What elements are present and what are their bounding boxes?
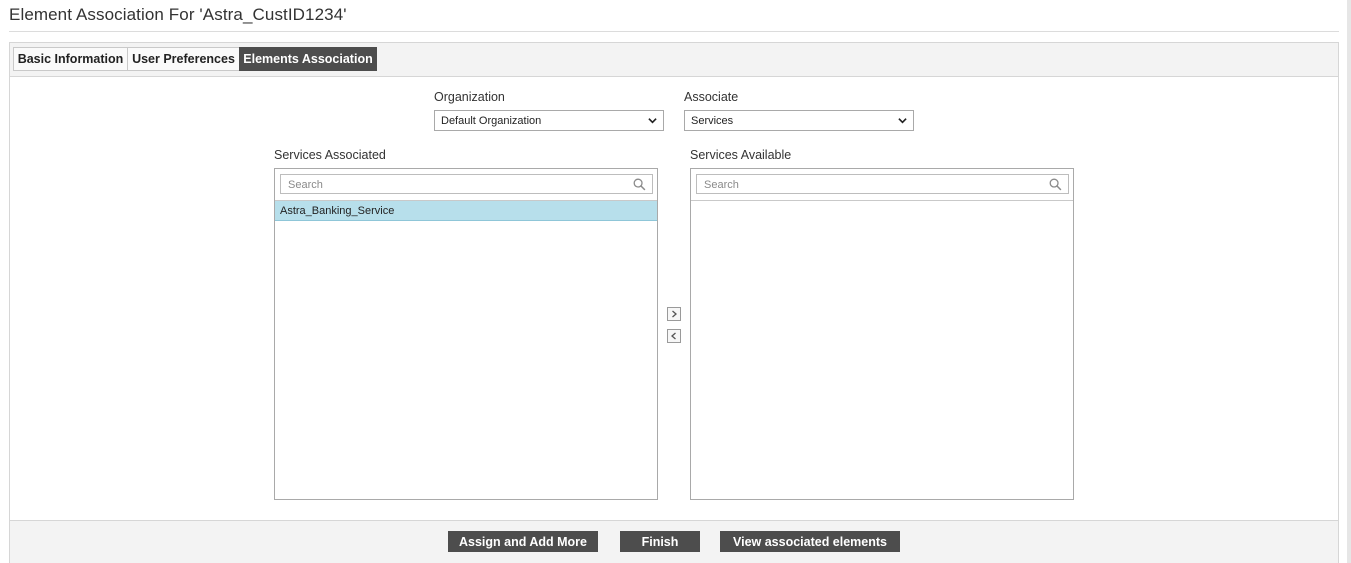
services-associated-list[interactable]: Astra_Banking_Service <box>274 168 658 500</box>
tab-bar: Basic Information User Preferences Eleme… <box>10 43 1338 77</box>
organization-selected-value: Default Organization <box>441 114 542 127</box>
view-associated-elements-button[interactable]: View associated elements <box>720 531 900 552</box>
available-search-box <box>696 174 1069 194</box>
chevron-left-icon <box>671 332 676 340</box>
search-icon[interactable] <box>1049 178 1062 191</box>
associate-label: Associate <box>684 90 739 104</box>
search-icon[interactable] <box>633 178 646 191</box>
services-available-list[interactable] <box>690 168 1074 500</box>
association-panel: Basic Information User Preferences Eleme… <box>9 42 1339 563</box>
associate-selected-value: Services <box>691 114 734 127</box>
title-divider <box>9 31 1339 32</box>
organization-select[interactable]: Default Organization <box>434 110 664 131</box>
services-available-label: Services Available <box>690 148 792 162</box>
chevron-down-icon <box>898 118 907 124</box>
tab-user-preferences[interactable]: User Preferences <box>127 47 240 71</box>
finish-button[interactable]: Finish <box>620 531 700 552</box>
associate-select[interactable]: Services <box>684 110 914 131</box>
chevron-down-icon <box>648 118 657 124</box>
move-left-button[interactable] <box>667 329 681 343</box>
associated-search-box <box>280 174 653 194</box>
page-title: Element Association For 'Astra_CustID123… <box>9 5 347 24</box>
list-item[interactable]: Astra_Banking_Service <box>275 201 657 221</box>
tab-basic-information[interactable]: Basic Information <box>13 47 128 71</box>
tab-elements-association[interactable]: Elements Association <box>239 47 377 71</box>
associated-search-input[interactable] <box>281 176 629 194</box>
available-search-input[interactable] <box>697 176 1045 194</box>
organization-label: Organization <box>434 90 505 104</box>
action-footer: Assign and Add More Finish View associat… <box>10 520 1338 563</box>
services-associated-label: Services Associated <box>274 148 386 162</box>
window-scrollbar[interactable] <box>1347 0 1351 563</box>
chevron-right-icon <box>672 310 677 318</box>
list-divider <box>691 200 1073 201</box>
assign-and-add-more-button[interactable]: Assign and Add More <box>448 531 598 552</box>
move-right-button[interactable] <box>667 307 681 321</box>
